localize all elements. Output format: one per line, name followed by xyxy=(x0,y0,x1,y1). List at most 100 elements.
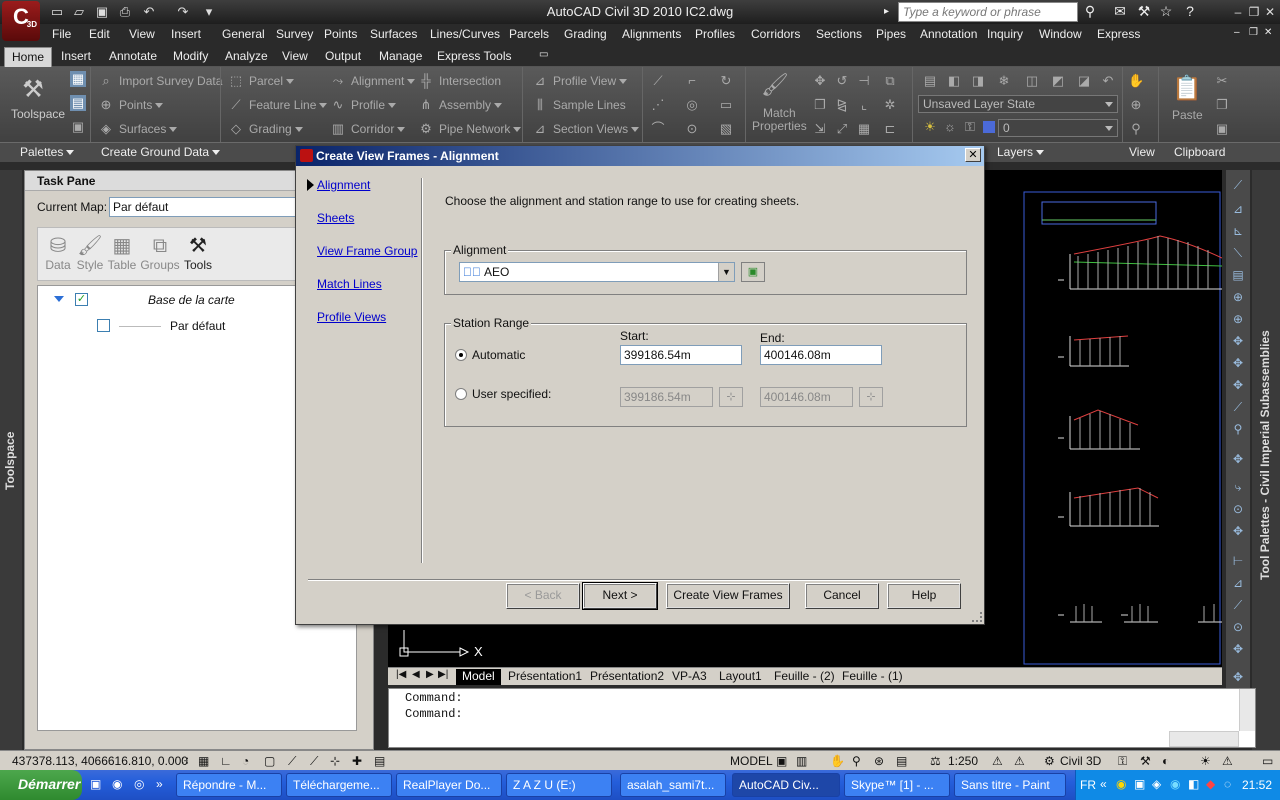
menu-inquiry[interactable]: Inquiry xyxy=(987,27,1023,41)
menu-grading[interactable]: Grading xyxy=(564,27,607,41)
trim-icon[interactable]: ⊣ xyxy=(856,73,872,89)
offset-icon[interactable]: ⊏ xyxy=(882,121,898,137)
match-properties-button[interactable]: Match Properties xyxy=(752,107,807,133)
layer-walk-icon[interactable]: ◩ xyxy=(1050,73,1066,89)
tab-output[interactable]: Output xyxy=(318,47,368,67)
toolspace-strip[interactable]: Toolspace xyxy=(0,170,22,750)
subassembly-icon-3[interactable]: ⊾ xyxy=(1230,224,1246,240)
user-start-field[interactable]: 399186.54m xyxy=(620,387,713,407)
workspace-gear-icon[interactable]: ⚙ xyxy=(1044,754,1055,768)
polar-icon[interactable]: ◔ xyxy=(242,754,249,768)
task-telechargement[interactable]: Téléchargeme... xyxy=(286,773,392,797)
zoom-icon[interactable]: ⚲ xyxy=(1128,121,1144,137)
open-file-icon[interactable]: ▱ xyxy=(70,3,88,21)
user-end-field[interactable]: 400146.08m xyxy=(760,387,853,407)
tray-expand-icon[interactable]: « xyxy=(1100,777,1107,791)
data-tool-button[interactable]: ⛁ Data xyxy=(40,234,76,278)
task-paint[interactable]: Sans titre - Paint xyxy=(954,773,1066,797)
doc-restore-icon[interactable]: ❐ xyxy=(1249,27,1258,38)
lineweight-icon[interactable]: ✚ xyxy=(352,754,362,768)
grid-icon[interactable]: ▦ xyxy=(198,754,209,768)
style-tool-button[interactable]: 🖌 Style xyxy=(72,234,108,278)
language-indicator[interactable]: FR xyxy=(1080,778,1096,792)
panel-clipboard[interactable]: Clipboard xyxy=(1174,145,1225,159)
subassembly-icon-6[interactable]: ✥ xyxy=(1230,334,1246,350)
ortho-icon[interactable]: ∟ xyxy=(220,754,232,768)
clock[interactable]: 21:52 xyxy=(1242,778,1272,792)
copy-object-icon[interactable]: ⧉ xyxy=(882,73,898,89)
back-button[interactable]: < Back xyxy=(506,583,580,609)
tool-palette-strip[interactable]: Tool Palettes - Civil Imperial Subassemb… xyxy=(1252,170,1280,750)
polyline-icon[interactable]: ⌐ xyxy=(684,73,700,89)
array-icon[interactable]: ▦ xyxy=(856,121,872,137)
mirror-icon[interactable]: ⧎ xyxy=(834,97,850,113)
tray-icon-5[interactable]: ◧ xyxy=(1188,777,1199,791)
nav-view-frame-group[interactable]: View Frame Group xyxy=(317,244,417,258)
expand-search-icon[interactable]: ▸ xyxy=(884,2,896,22)
line-icon[interactable]: ⟋ xyxy=(650,73,666,89)
auto-scale-icon[interactable]: ⚠ xyxy=(1014,754,1025,768)
cancel-button[interactable]: Cancel xyxy=(805,583,879,609)
construction-line-icon[interactable]: ⋰ xyxy=(650,97,666,113)
menu-survey[interactable]: Survey xyxy=(276,27,313,41)
menu-parcels[interactable]: Parcels xyxy=(509,27,549,41)
tab-view[interactable]: View xyxy=(275,47,315,67)
subassembly-icon-19[interactable]: ✥ xyxy=(1230,642,1246,658)
settings-icon[interactable]: ▤ xyxy=(70,95,86,111)
subassembly-icon-20[interactable]: ✥ xyxy=(1230,670,1246,686)
rotate-icon[interactable]: ↻ xyxy=(718,73,734,89)
alignment-select[interactable]: ⊏⃯ AEO ▼ xyxy=(459,262,735,282)
subassembly-icon-4[interactable]: ⟍ xyxy=(1230,246,1246,262)
cut-icon[interactable]: ✂ xyxy=(1214,73,1230,89)
subassembly-icon-18[interactable]: ⊙ xyxy=(1230,620,1246,636)
tray-icon-7[interactable]: ◌ xyxy=(1224,777,1231,791)
isolate-icon[interactable]: ◐ xyxy=(1162,754,1169,768)
globe-icon-2[interactable]: ⊕ xyxy=(1230,312,1246,328)
tab-analyze[interactable]: Analyze xyxy=(218,47,275,67)
sun-icon[interactable]: ☼ xyxy=(942,119,958,135)
menu-annotation[interactable]: Annotation xyxy=(920,27,977,41)
quicklaunch-more-icon[interactable]: » xyxy=(156,777,163,791)
menu-general[interactable]: General xyxy=(222,27,265,41)
tree-root-label[interactable]: Base de la carte xyxy=(148,293,235,307)
profile-button[interactable]: Profile xyxy=(351,98,397,112)
command-window[interactable]: Command: Command: xyxy=(388,688,1256,748)
layer-freeze-icon[interactable]: ❄ xyxy=(996,73,1012,89)
tools-tool-button[interactable]: ⚒ Tools xyxy=(180,234,216,278)
user-specified-radio[interactable] xyxy=(455,388,467,400)
hatch-icon[interactable]: ▧ xyxy=(718,121,734,137)
tab-annotate[interactable]: Annotate xyxy=(102,47,164,67)
assembly-button[interactable]: Assembly xyxy=(439,98,503,112)
paste-button[interactable]: Paste xyxy=(1172,108,1203,122)
grading-button[interactable]: Grading xyxy=(249,122,303,136)
auto-end-field[interactable]: 400146.08m xyxy=(760,345,882,365)
tab-home[interactable]: Home xyxy=(4,47,53,67)
snap-icon[interactable]: ⁙ xyxy=(180,754,190,768)
auto-start-field[interactable]: 399186.54m xyxy=(620,345,742,365)
layer-previous-icon[interactable]: ↶ xyxy=(1100,73,1116,89)
intersection-button[interactable]: Intersection xyxy=(439,74,501,88)
automatic-radio[interactable] xyxy=(455,349,467,361)
task-repondre[interactable]: Répondre - M... xyxy=(176,773,282,797)
subassembly-icon-7[interactable]: ✥ xyxy=(1230,356,1246,372)
tab-insert[interactable]: Insert xyxy=(54,47,98,67)
clean-screen-icon[interactable]: ▭ xyxy=(1262,754,1273,768)
section-views-button[interactable]: Section Views xyxy=(553,122,640,136)
expand-triangle-icon[interactable] xyxy=(54,296,64,302)
panel-view[interactable]: View xyxy=(1129,145,1155,159)
tab-manage[interactable]: Manage xyxy=(372,47,429,67)
restore-icon[interactable]: ❐ xyxy=(1246,4,1262,20)
points-button[interactable]: Points xyxy=(119,98,164,112)
user-specified-label[interactable]: User specified: xyxy=(472,387,551,401)
layer-lock-icon[interactable]: ◫ xyxy=(1024,73,1040,89)
redo-icon[interactable]: ↷ xyxy=(174,3,192,21)
stretch-icon[interactable]: ⇲ xyxy=(812,121,828,137)
tab-express-tools[interactable]: Express Tools xyxy=(430,47,518,67)
last-layout-icon[interactable]: ▶| xyxy=(438,669,448,680)
subscription-icon[interactable]: ⚒ xyxy=(1134,3,1154,21)
toolspace-button[interactable]: Toolspace xyxy=(11,107,65,121)
help-button[interactable]: Help xyxy=(887,583,961,609)
layer-properties-icon[interactable]: ▤ xyxy=(922,73,938,89)
automatic-label[interactable]: Automatic xyxy=(472,348,525,362)
ribbon-minimize-icon[interactable]: ▭ xyxy=(532,47,555,67)
